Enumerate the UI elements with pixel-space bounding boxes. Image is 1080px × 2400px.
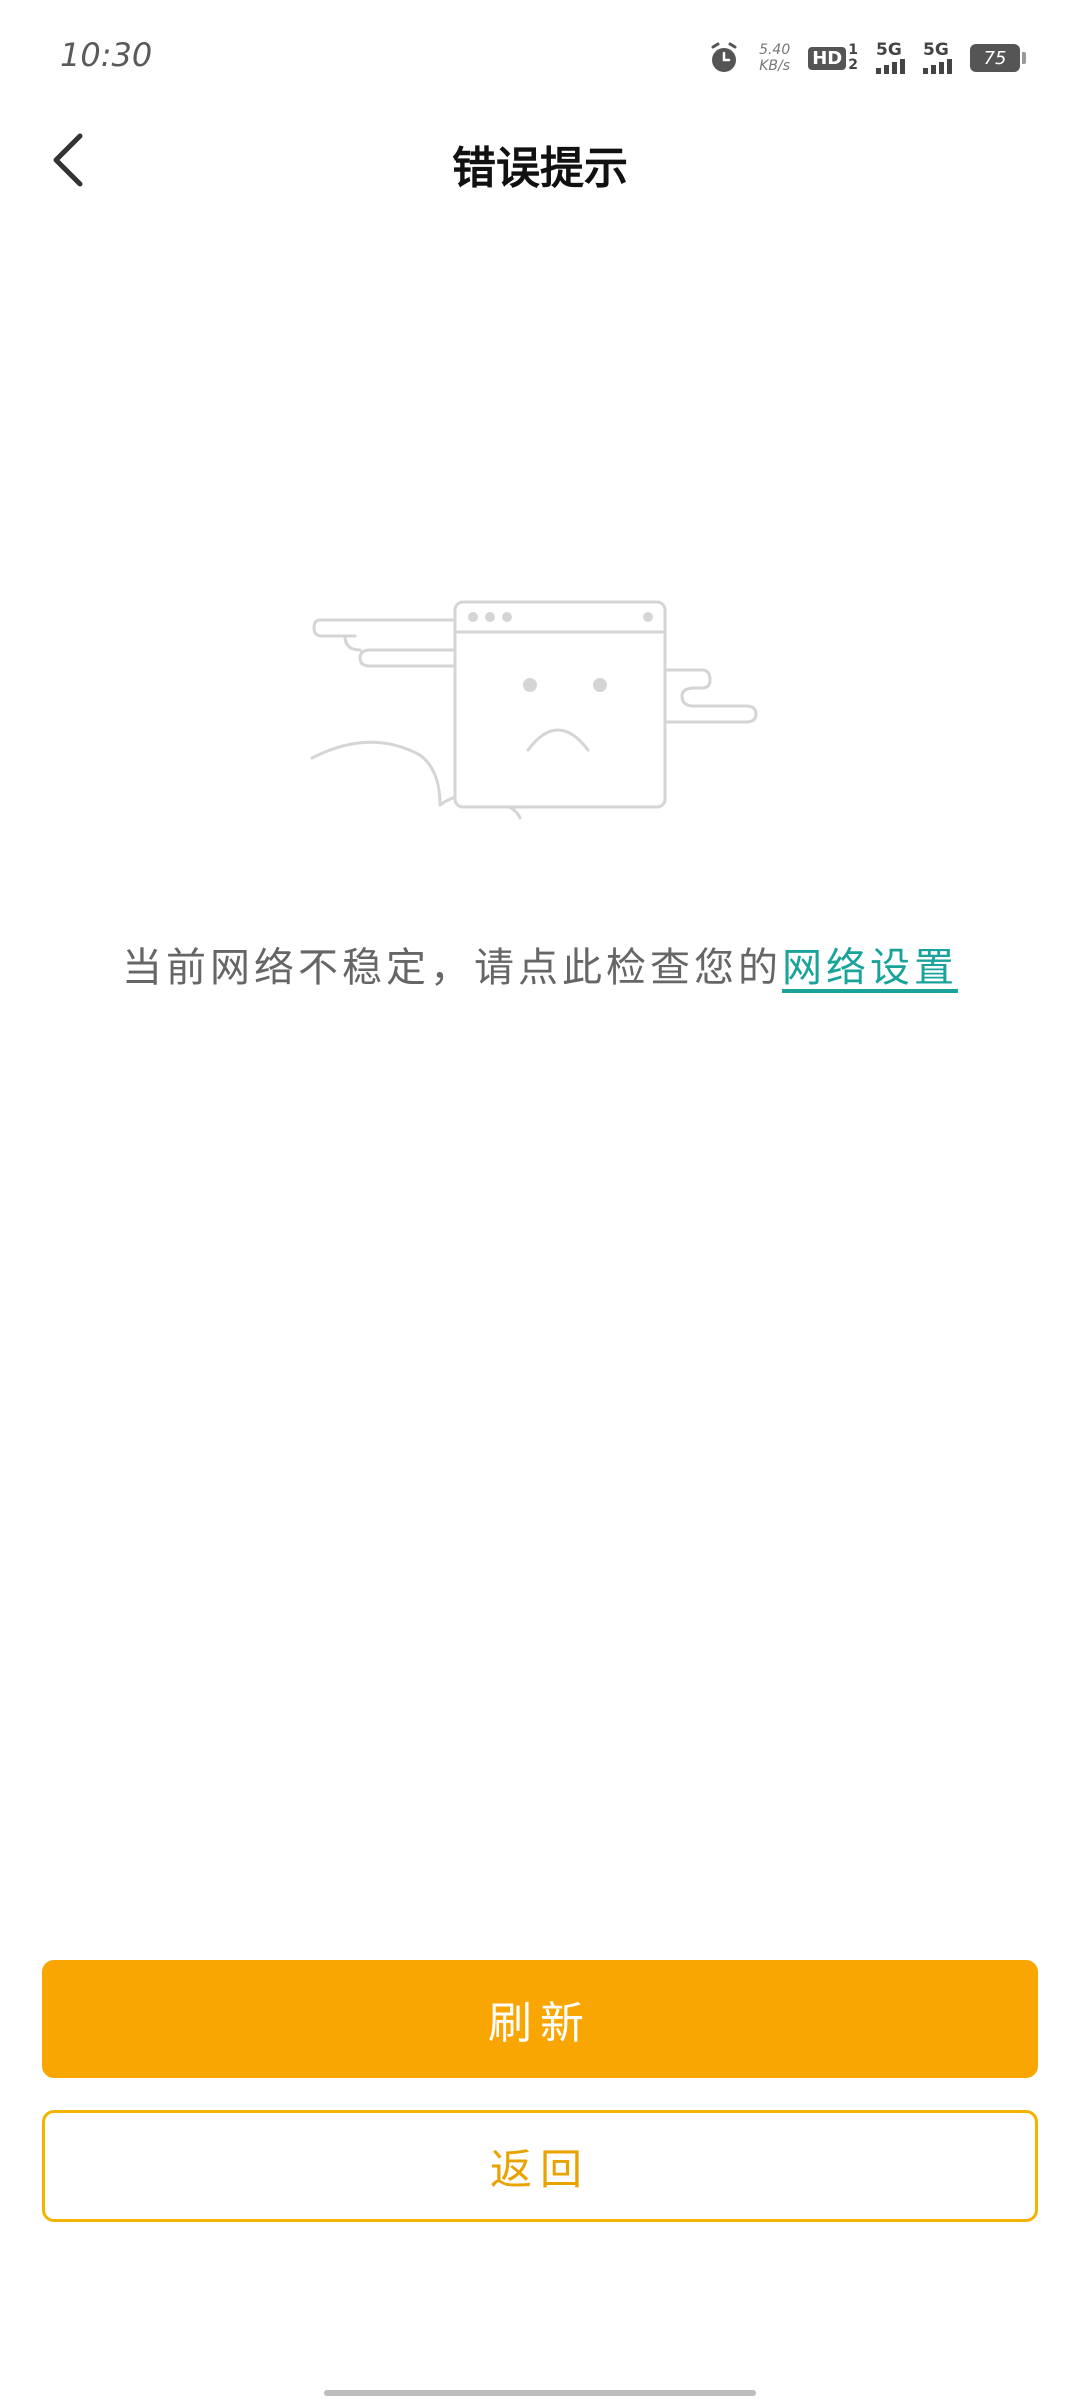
refresh-button[interactable]: 刷新: [42, 1960, 1038, 2078]
signal1-label: 5G: [876, 40, 902, 60]
battery-icon: 75: [970, 44, 1026, 72]
header: 错误提示: [0, 110, 1080, 210]
back-text-button-label: 返回: [489, 2144, 590, 2194]
network-settings-link[interactable]: 网络设置: [782, 945, 958, 991]
network-speed: 5.40 KB/s: [759, 42, 790, 74]
error-message-text: 当前网络不稳定，请点此检查您的: [122, 945, 782, 991]
battery-level: 75: [983, 47, 1007, 69]
error-message: 当前网络不稳定，请点此检查您的网络设置: [0, 935, 1080, 993]
back-text-button[interactable]: 返回: [42, 2110, 1038, 2222]
signal2-label: 5G: [923, 40, 949, 60]
signal-icon: 5G: [923, 42, 952, 74]
refresh-button-label: 刷新: [488, 1998, 592, 2049]
status-time: 10:30: [60, 36, 153, 74]
sad-browser-window-icon: [310, 600, 758, 820]
hd-sim-top: 1: [848, 42, 858, 58]
network-speed-value: 5.40: [759, 42, 791, 58]
hd-sim-bottom: 2: [848, 57, 858, 73]
hd-label: HD: [808, 46, 847, 70]
alarm-icon: [711, 42, 737, 72]
status-icons: 5.40 KB/s HD 1 2 5G 5G 75: [707, 38, 1026, 78]
page-title: 错误提示: [452, 143, 628, 194]
status-bar: 10:30 5.40 KB/s HD 1 2 5G 5G 75: [0, 0, 1080, 110]
signal-icon: 5G: [876, 42, 905, 74]
home-indicator[interactable]: [324, 2390, 756, 2396]
network-speed-unit: KB/s: [759, 58, 791, 74]
hd-icon: HD 1 2: [808, 43, 858, 73]
